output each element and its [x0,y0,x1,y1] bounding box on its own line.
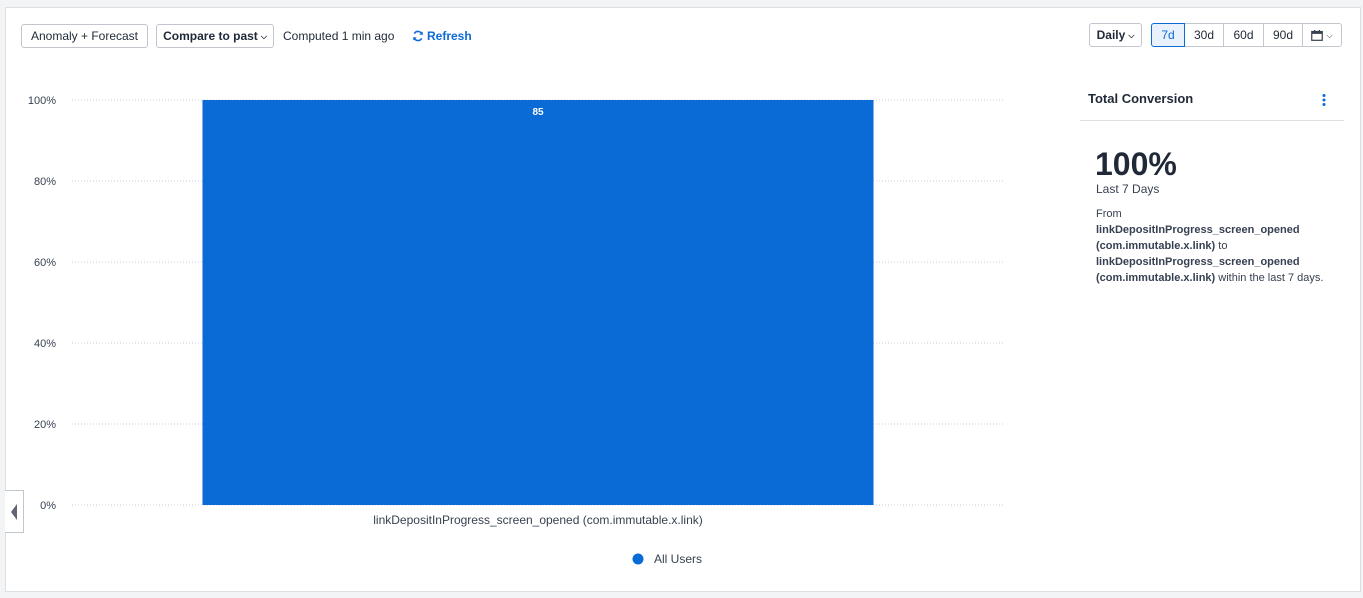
range-7d-button[interactable]: 7d [1151,23,1185,47]
total-conversion-title: Total Conversion [1088,91,1194,106]
y-tick-label: 80% [34,176,56,188]
desc-suffix-text: within the last 7 days. [1218,272,1324,284]
range-60d-button[interactable]: 60d [1223,23,1264,47]
period-label: Last 7 Days [1096,182,1160,196]
legend-marker [632,553,644,565]
kebab-menu-icon[interactable] [1318,92,1330,108]
desc-start-event: linkDepositInProgress_screen_opened (com… [1096,224,1300,252]
calendar-icon [1311,29,1324,41]
chevron-down-icon: ⌵ [1128,31,1135,40]
conversion-description: From linkDepositInProgress_screen_opened… [1096,206,1324,286]
desc-from-text: From [1096,208,1122,220]
range-30d-button[interactable]: 30d [1184,23,1224,47]
interval-label: Daily [1096,28,1126,42]
bar-data-label: 85 [532,107,544,118]
range-90d-button[interactable]: 90d [1263,23,1303,47]
interval-dropdown[interactable]: Daily ⌵ [1089,23,1142,47]
y-tick-label: 40% [34,338,56,350]
desc-to-text: to [1218,240,1228,252]
legend-label: All Users [654,552,702,566]
y-tick-label: 20% [34,419,56,431]
collapse-panel-tab[interactable] [5,490,24,533]
date-range-selector: 7d 30d 60d 90d ⌵ [1151,23,1342,47]
caret-left-icon [10,503,18,521]
conversion-value: 100% [1095,146,1177,182]
y-tick-label: 0% [40,500,56,512]
calendar-picker-button[interactable]: ⌵ [1302,23,1342,47]
x-category-label: linkDepositInProgress_screen_opened (com… [373,513,702,527]
chevron-down-icon: ⌵ [1326,31,1333,40]
y-tick-label: 60% [34,257,56,269]
sidebar-divider [1080,120,1344,121]
bar [202,100,874,505]
y-tick-label: 100% [28,95,56,107]
conversion-bar-chart: 0% 20% 40% 60% 80% 100% 85 linkDepositInProgres… [28,95,1004,566]
